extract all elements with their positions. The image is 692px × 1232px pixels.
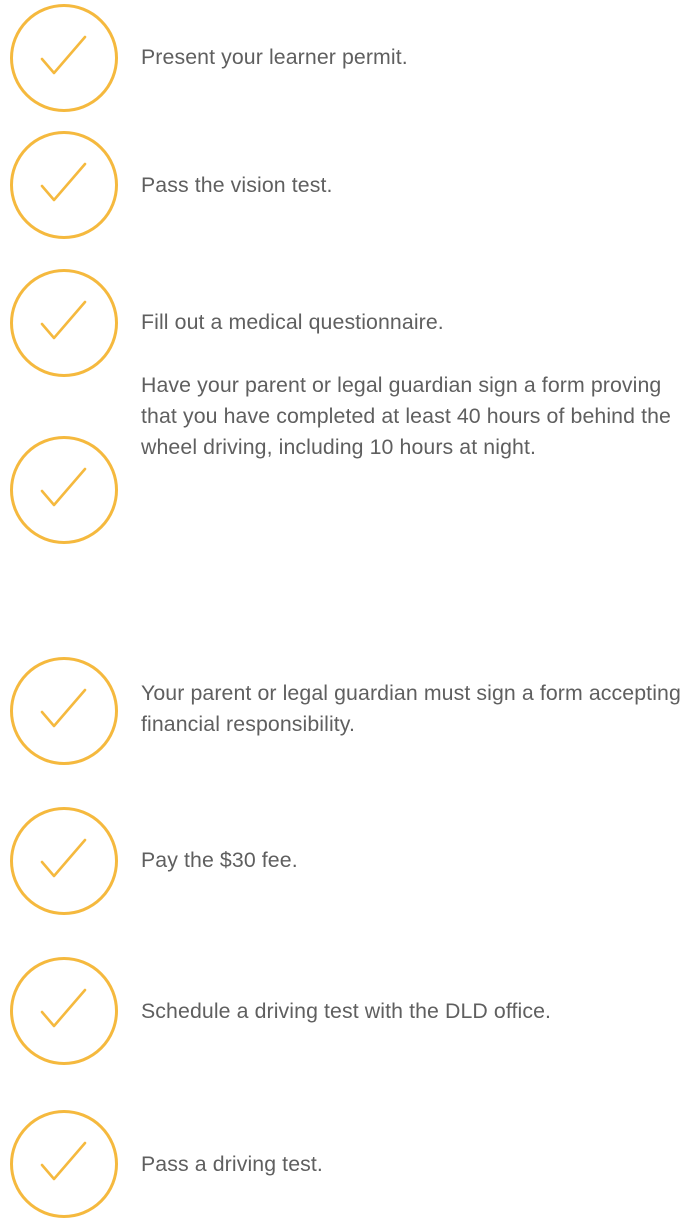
- checklist-item-text: Schedule a driving test with the DLD off…: [141, 999, 552, 1023]
- checklist-item-text: Present your learner permit.: [141, 45, 408, 69]
- check-circle-icon: [9, 268, 119, 378]
- checklist-item-text: Pay the $30 fee.: [141, 848, 298, 872]
- check-circle-icon: [9, 130, 119, 240]
- check-circle-icon: [9, 656, 119, 766]
- checklist-item-text: Pass a driving test.: [141, 1152, 323, 1176]
- checklist-item-text: Fill out a medical questionnaire.: [141, 310, 444, 334]
- check-circle-icon: [9, 806, 119, 916]
- requirements-checklist: Present your learner permit. Pass the vi…: [0, 0, 692, 1232]
- check-circle-icon: [9, 956, 119, 1066]
- checklist-item-text: Your parent or legal guardian must sign …: [141, 681, 681, 736]
- checklist-item-text: Pass the vision test.: [141, 173, 333, 197]
- checklist-item-text: Have your parent or legal guardian sign …: [141, 373, 671, 459]
- check-circle-icon: [9, 1109, 119, 1219]
- check-circle-icon: [9, 3, 119, 113]
- check-circle-icon: [9, 435, 119, 545]
